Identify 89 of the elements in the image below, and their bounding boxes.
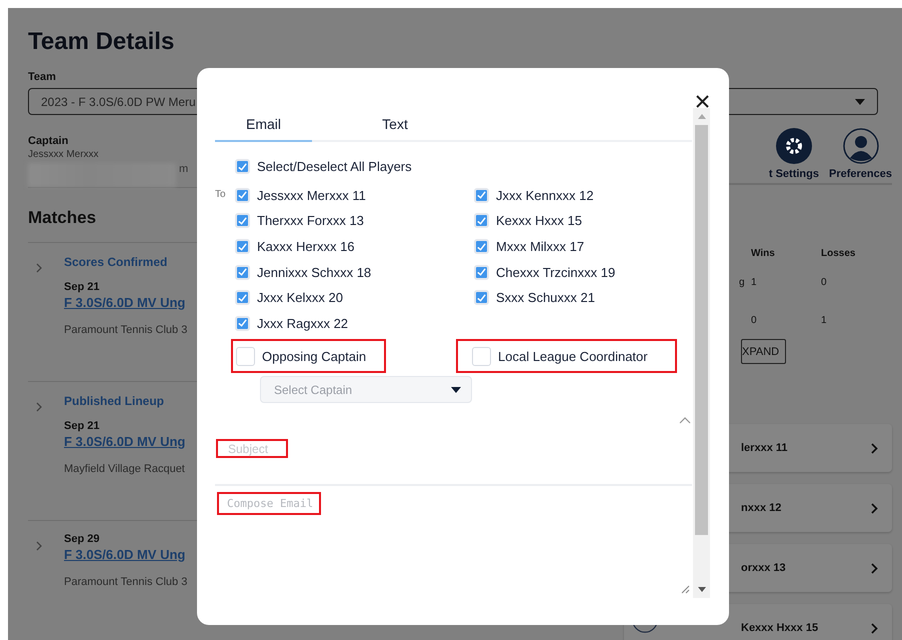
checkbox-label[interactable]: Chexxx Trzcinxxx 19 (496, 264, 616, 280)
action-label[interactable]: Preferences (829, 168, 892, 180)
match-date: Sep 21 (64, 281, 100, 293)
checkbox[interactable] (235, 316, 250, 331)
gear-icon[interactable] (776, 128, 812, 164)
checkbox-label[interactable]: Jessxxx Merxxx 11 (257, 188, 366, 203)
match-status: Scores Confirmed (64, 255, 168, 269)
section-title: Matches (28, 208, 96, 228)
table-cell-text: 1 (821, 314, 828, 326)
match-venue: Mayfield Village Racquet (64, 463, 186, 475)
checkmark-icon (476, 189, 487, 202)
checkbox[interactable] (474, 290, 489, 306)
checkbox-label[interactable]: Local League Coordinator (498, 348, 648, 364)
chevron-icon[interactable] (36, 263, 42, 273)
checkbox[interactable] (235, 239, 250, 254)
caret-icon (855, 98, 865, 104)
checkbox[interactable] (474, 213, 489, 228)
captain-label: Captain (28, 135, 70, 147)
checkbox[interactable] (235, 213, 250, 228)
checkbox[interactable] (235, 159, 250, 174)
checkmark-icon (476, 214, 487, 227)
player-name: nxxx 12 (741, 502, 782, 514)
page-title: Team Details (28, 28, 176, 56)
person-icon[interactable] (842, 128, 878, 164)
match-date: Sep 29 (64, 533, 100, 545)
player-name: orxxx 13 (741, 562, 787, 574)
table-cell: g (739, 276, 745, 288)
checkbox-label[interactable]: Mxxx Milxxx 17 (496, 239, 584, 254)
checkbox-label[interactable]: Kexxx Hxxx 15 (496, 213, 582, 228)
table-cell-text: 1 (751, 276, 758, 288)
checkbox-label[interactable]: Sxxx Schuxxx 21 (496, 290, 595, 306)
checkmark-icon (237, 240, 248, 253)
player-name: lerxxx 11 (741, 442, 788, 454)
to-label: To (215, 188, 227, 202)
chevron-icon[interactable] (36, 541, 42, 551)
checkbox-label[interactable]: Kaxxx Herxxx 16 (257, 239, 355, 254)
checkbox[interactable] (472, 346, 491, 366)
checkbox-label[interactable]: Select/Deselect All Players (257, 159, 412, 174)
table-cell-text: 0 (821, 276, 828, 288)
checkbox[interactable] (235, 188, 250, 203)
checkmark-icon (237, 317, 248, 330)
checkbox[interactable] (474, 239, 489, 254)
checkmark-icon (237, 160, 248, 173)
tab[interactable]: Text (312, 108, 478, 142)
scroll-down-icon[interactable] (698, 587, 706, 592)
checkbox-label[interactable]: Jxxx Kelxxx 20 (257, 290, 343, 306)
checkmark-icon (237, 189, 248, 202)
checkmark-icon (476, 292, 487, 304)
checkmark-icon (476, 266, 487, 278)
checkbox-label[interactable]: Opposing Captain (262, 348, 366, 364)
checkbox[interactable] (236, 346, 255, 366)
chevron-icon (871, 622, 878, 634)
chevron-icon (871, 442, 878, 454)
caret-icon (451, 386, 461, 393)
chevron-icon[interactable] (36, 402, 42, 412)
checkbox-label[interactable]: Jennixxx Schxxx 18 (257, 264, 372, 280)
tab[interactable]: Email (215, 108, 312, 142)
checkmark-icon (237, 266, 248, 278)
checkbox-label[interactable]: Jxxx Kennxxx 12 (496, 188, 594, 203)
checkmark-icon (237, 292, 248, 304)
contact-fragment: m (179, 163, 188, 175)
chevron-up-icon[interactable] (679, 417, 691, 424)
checkbox[interactable] (474, 264, 489, 280)
checkbox[interactable] (235, 264, 250, 280)
subject-field[interactable]: Subject (216, 439, 288, 458)
checkbox-label[interactable]: Therxxx Forxxx 13 (257, 213, 364, 228)
team-label: Team (28, 71, 57, 83)
scroll-up-icon[interactable] (698, 114, 706, 119)
chevron-icon (871, 502, 878, 514)
scrollbar[interactable] (693, 108, 710, 598)
table-cell-text: 0 (751, 314, 758, 326)
player-name: Kexxx Hxxx 15 (741, 622, 820, 634)
match-date: Sep 21 (64, 420, 100, 432)
chevron-icon (871, 562, 878, 574)
checkmark-icon (476, 240, 487, 253)
resize-handle-icon[interactable] (681, 585, 690, 594)
expand-button[interactable]: XPAND (741, 339, 786, 364)
close-icon[interactable] (696, 95, 709, 108)
column-header: Wins (751, 248, 776, 258)
checkbox[interactable] (474, 188, 489, 203)
column-header: Losses (821, 248, 856, 258)
match-venue: Paramount Tennis Club 3 (64, 576, 188, 588)
action-label[interactable]: t Settings (768, 168, 819, 180)
checkmark-icon (237, 214, 248, 227)
match-status: Published Lineup (64, 394, 166, 408)
match-venue: Paramount Tennis Club 3 (64, 324, 188, 336)
captain-name: Jessxxx Merxxx (28, 149, 100, 160)
checkbox[interactable] (235, 290, 250, 306)
checkbox-label[interactable]: Jxxx Ragxxx 22 (257, 316, 348, 331)
